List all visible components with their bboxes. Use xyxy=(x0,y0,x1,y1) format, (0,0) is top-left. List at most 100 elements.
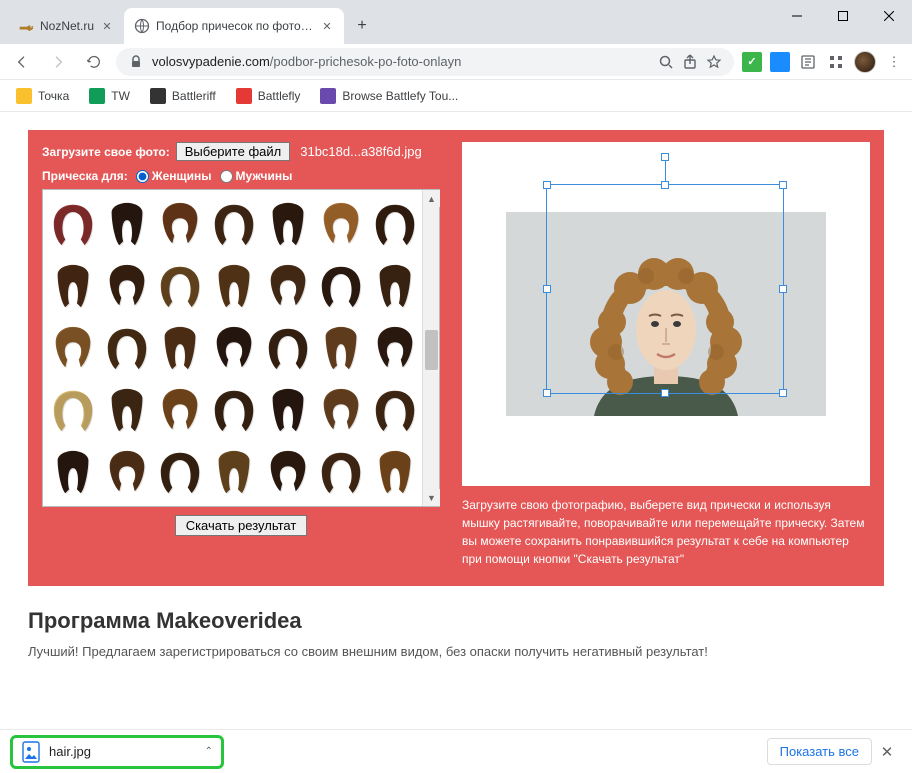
hairstyle-thumbnail[interactable] xyxy=(154,318,206,378)
hairstyle-thumbnail[interactable] xyxy=(47,318,99,378)
photo-preview-frame xyxy=(462,142,870,486)
extension-blue-icon[interactable] xyxy=(770,52,790,72)
maximize-button[interactable] xyxy=(820,0,866,32)
apps-icon[interactable] xyxy=(826,52,846,72)
download-result-button[interactable]: Скачать результат xyxy=(175,515,308,536)
back-button[interactable] xyxy=(8,48,36,76)
hairstyle-thumbnail[interactable] xyxy=(101,194,153,254)
bookmark-label: Точка xyxy=(38,89,69,103)
scrollbar[interactable]: ▲ ▼ xyxy=(422,190,439,506)
bookmark-favicon-icon xyxy=(320,88,336,104)
profile-avatar[interactable] xyxy=(854,51,876,73)
resize-handle-n[interactable] xyxy=(661,181,669,189)
hairstyle-thumbnail[interactable] xyxy=(316,256,368,316)
bookmark-item[interactable]: Browse Battlefy Tou... xyxy=(312,84,466,108)
url-path: /podbor-prichesok-po-foto-onlayn xyxy=(270,54,462,69)
user-photo[interactable] xyxy=(506,212,826,416)
hairstyle-thumbnail[interactable] xyxy=(154,442,206,502)
hairstyle-thumbnail[interactable] xyxy=(208,442,260,502)
hairstyle-thumbnail[interactable] xyxy=(316,194,368,254)
hairstyle-thumbnail[interactable] xyxy=(369,318,421,378)
bookmark-label: Battlefly xyxy=(258,89,301,103)
url-text: volosvypadenie.com/podbor-prichesok-po-f… xyxy=(152,54,650,69)
hairstyle-thumbnail[interactable] xyxy=(101,442,153,502)
omnibox[interactable]: volosvypadenie.com/podbor-prichesok-po-f… xyxy=(116,48,734,76)
hairstyle-thumbnail[interactable] xyxy=(208,194,260,254)
bookmark-label: Browse Battlefy Tou... xyxy=(342,89,458,103)
hairstyle-thumbnail[interactable] xyxy=(101,318,153,378)
rotate-handle[interactable] xyxy=(661,153,669,161)
hairstyle-thumbnail[interactable] xyxy=(208,318,260,378)
chevron-up-icon[interactable]: ⌃ xyxy=(205,746,213,757)
hairstyle-thumbnail[interactable] xyxy=(154,194,206,254)
hairstyle-thumbnail[interactable] xyxy=(262,380,314,440)
notes-icon[interactable] xyxy=(798,52,818,72)
hairstyle-thumbnail[interactable] xyxy=(369,380,421,440)
tab-noznet[interactable]: NozNet.ru ✕ xyxy=(8,8,124,44)
gender-female-radio[interactable]: Женщины xyxy=(136,169,212,183)
section-body: Лучший! Предлагаем зарегистрироваться со… xyxy=(28,642,884,662)
close-window-button[interactable] xyxy=(866,0,912,32)
bookmark-item[interactable]: Battlefly xyxy=(228,84,309,108)
hairstyle-thumbnail[interactable] xyxy=(316,318,368,378)
close-shelf-button[interactable]: ✕ xyxy=(872,743,902,761)
show-all-downloads-button[interactable]: Показать все xyxy=(767,738,872,765)
bookmark-item[interactable]: TW xyxy=(81,84,138,108)
minimize-button[interactable] xyxy=(774,0,820,32)
hairstyle-thumbnail[interactable] xyxy=(262,256,314,316)
gender-male-radio[interactable]: Мужчины xyxy=(220,169,293,183)
bookmark-star-icon[interactable] xyxy=(706,54,722,70)
new-tab-button[interactable]: + xyxy=(348,12,376,40)
browser-titlebar: NozNet.ru ✕ Подбор причесок по фото онла… xyxy=(0,0,912,44)
bookmark-item[interactable]: Battleriff xyxy=(142,84,224,108)
download-item[interactable]: hair.jpg ⌃ xyxy=(10,735,224,769)
hairstyle-thumbnail[interactable] xyxy=(47,194,99,254)
search-icon[interactable] xyxy=(658,54,674,70)
tool-panel-left: Загрузите свое фото: Выберите файл 31bc1… xyxy=(42,142,440,568)
uploaded-file-name: 31bc18d...a38f6d.jpg xyxy=(300,144,421,159)
hairstyle-scroll[interactable] xyxy=(43,190,439,506)
tab-title: NozNet.ru xyxy=(40,19,94,33)
page-viewport[interactable]: Загрузите свое фото: Выберите файл 31bc1… xyxy=(0,112,912,729)
resize-handle-nw[interactable] xyxy=(543,181,551,189)
close-icon[interactable]: ✕ xyxy=(320,19,334,33)
forward-button[interactable] xyxy=(44,48,72,76)
hairstyle-thumbnail[interactable] xyxy=(154,256,206,316)
kebab-menu-icon[interactable]: ⋮ xyxy=(884,52,904,72)
hairstyle-thumbnail[interactable] xyxy=(101,256,153,316)
close-icon[interactable]: ✕ xyxy=(100,19,114,33)
hairstyle-thumbnail[interactable] xyxy=(154,380,206,440)
download-file-name: hair.jpg xyxy=(49,744,91,759)
hairstyle-thumbnail[interactable] xyxy=(316,442,368,502)
hairstyle-thumbnail[interactable] xyxy=(316,380,368,440)
hairstyle-thumbnail[interactable] xyxy=(262,194,314,254)
window-controls xyxy=(774,0,912,32)
hairstyle-thumbnail[interactable] xyxy=(208,256,260,316)
hairstyle-thumbnail[interactable] xyxy=(262,442,314,502)
bookmark-favicon-icon xyxy=(236,88,252,104)
resize-handle-ne[interactable] xyxy=(779,181,787,189)
upload-label: Загрузите свое фото: xyxy=(42,145,170,159)
globe-icon xyxy=(134,18,150,34)
hairstyle-thumbnail[interactable] xyxy=(369,194,421,254)
hairstyle-thumbnail[interactable] xyxy=(47,380,99,440)
tab-hairstyle[interactable]: Подбор причесок по фото онла ✕ xyxy=(124,8,344,44)
scroll-up-icon[interactable]: ▲ xyxy=(423,190,440,207)
bookmark-item[interactable]: Точка xyxy=(8,84,77,108)
scrollbar-thumb[interactable] xyxy=(425,330,438,370)
bookmarks-bar: Точка TW Battleriff Battlefly Browse Battlef… xyxy=(0,80,912,112)
scroll-down-icon[interactable]: ▼ xyxy=(423,489,440,506)
share-icon[interactable] xyxy=(682,54,698,70)
bookmark-label: TW xyxy=(111,89,130,103)
choose-file-button[interactable]: Выберите файл xyxy=(176,142,290,161)
hairstyle-thumbnail[interactable] xyxy=(47,256,99,316)
hairstyle-thumbnail[interactable] xyxy=(369,442,421,502)
hairstyle-thumbnail[interactable] xyxy=(101,380,153,440)
hairstyle-thumbnail[interactable] xyxy=(262,318,314,378)
adblock-icon[interactable]: ✓ xyxy=(742,52,762,72)
hairstyle-thumbnail[interactable] xyxy=(208,380,260,440)
bookmark-label: Battleriff xyxy=(172,89,216,103)
hairstyle-thumbnail[interactable] xyxy=(47,442,99,502)
reload-button[interactable] xyxy=(80,48,108,76)
hairstyle-thumbnail[interactable] xyxy=(369,256,421,316)
